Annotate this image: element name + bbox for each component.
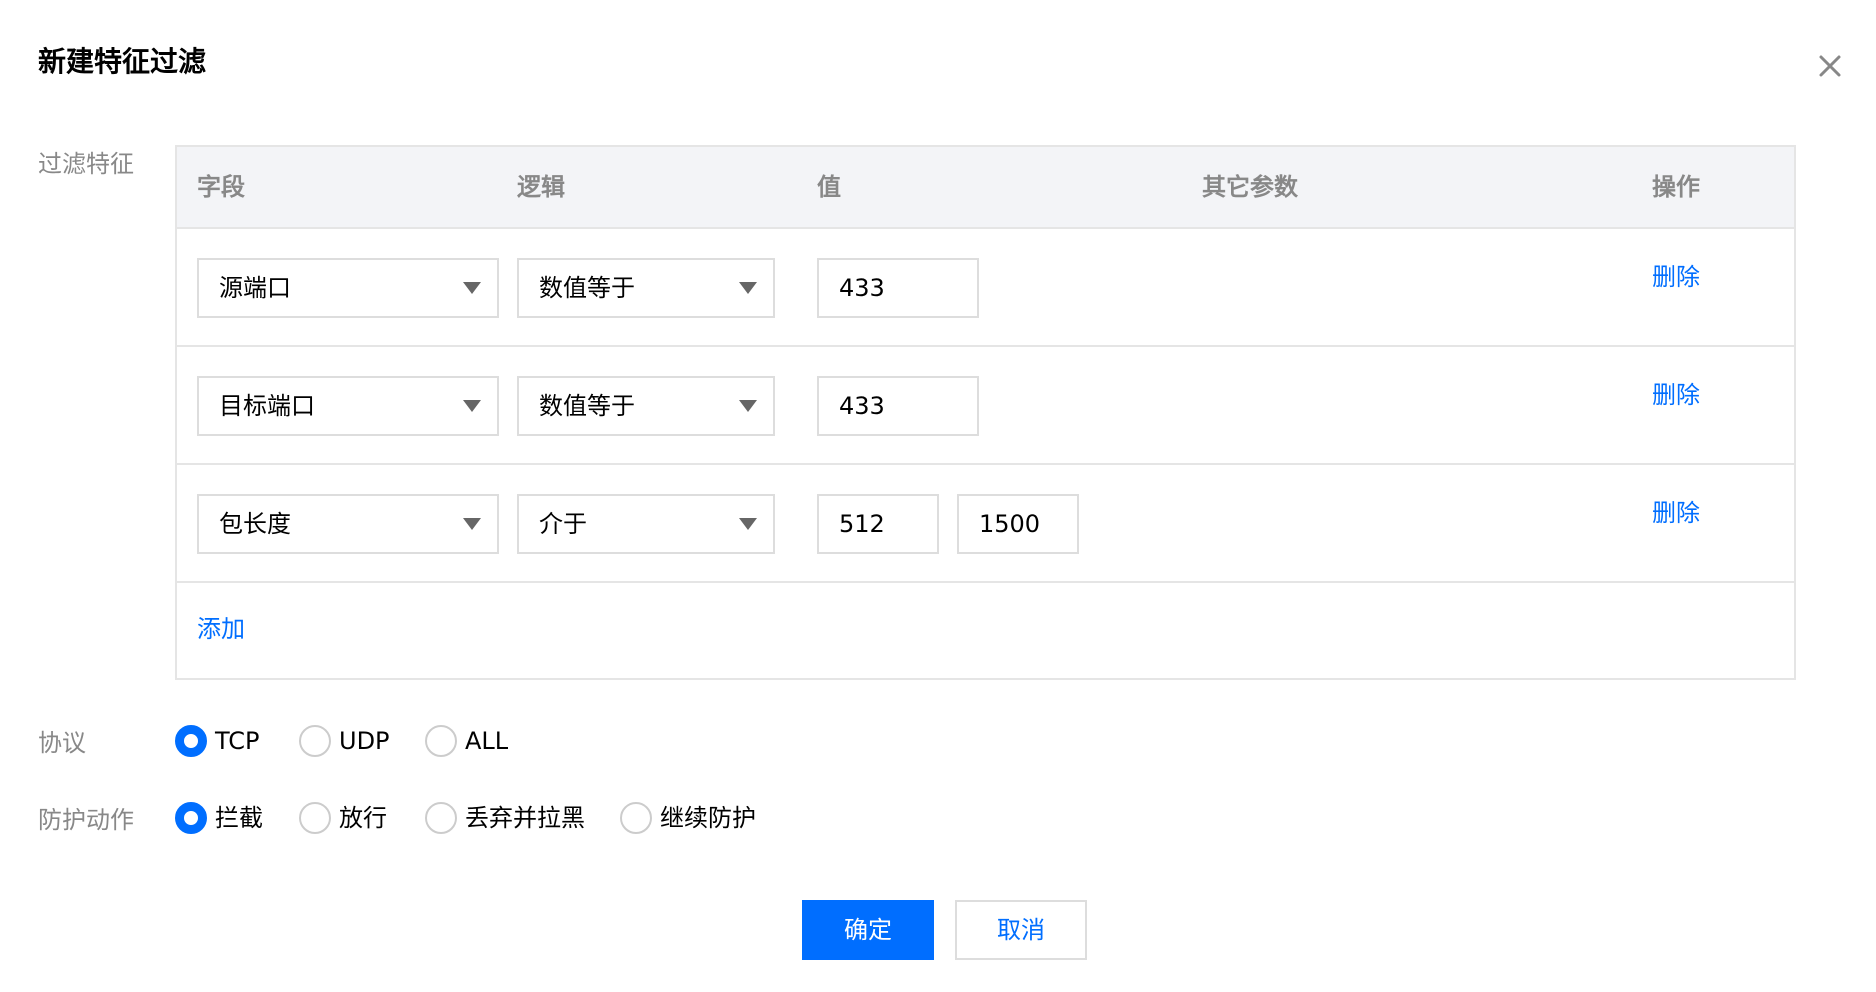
radio-unchecked-icon bbox=[299, 725, 331, 757]
table-row: 目标端口 数值等于 433 删除 bbox=[177, 347, 1794, 465]
caret-down-icon bbox=[739, 282, 757, 294]
radio-unchecked-icon bbox=[299, 802, 331, 834]
caret-down-icon bbox=[463, 400, 481, 412]
field-select-value: 目标端口 bbox=[219, 392, 315, 420]
caret-down-icon bbox=[739, 518, 757, 530]
table-row: 包长度 介于 512 1500 删除 bbox=[177, 465, 1794, 583]
dialog-title: 新建特征过滤 bbox=[38, 45, 207, 78]
filter-label: 过滤特征 bbox=[38, 150, 134, 178]
logic-select-value: 介于 bbox=[539, 510, 587, 538]
protection-action-radio-group: 拦截 放行 丢弃并拉黑 继续防护 bbox=[175, 800, 775, 836]
delete-row-link[interactable]: 删除 bbox=[1652, 261, 1700, 293]
range-max-input[interactable]: 1500 bbox=[957, 494, 1079, 554]
field-select-value: 包长度 bbox=[219, 510, 291, 538]
protocol-option-label: TCP bbox=[215, 727, 260, 755]
protocol-label: 协议 bbox=[38, 729, 86, 757]
close-icon[interactable] bbox=[1812, 48, 1848, 84]
protocol-option-label: ALL bbox=[465, 727, 509, 755]
field-select-value: 源端口 bbox=[219, 274, 291, 302]
confirm-button[interactable]: 确定 bbox=[802, 900, 934, 960]
new-feature-filter-dialog: 新建特征过滤 过滤特征 字段 逻辑 值 其它参数 操作 源端口 数值等于 433… bbox=[0, 0, 1876, 992]
protection-option-label: 拦截 bbox=[215, 804, 263, 832]
field-select[interactable]: 目标端口 bbox=[197, 376, 499, 436]
caret-down-icon bbox=[463, 518, 481, 530]
logic-select[interactable]: 数值等于 bbox=[517, 376, 775, 436]
cancel-button[interactable]: 取消 bbox=[955, 900, 1087, 960]
radio-unchecked-icon bbox=[620, 802, 652, 834]
protocol-radio-group: TCP UDP ALL bbox=[175, 723, 575, 759]
value-input[interactable]: 433 bbox=[817, 376, 979, 436]
add-row-link[interactable]: 添加 bbox=[197, 613, 245, 645]
logic-select-value: 数值等于 bbox=[539, 392, 635, 420]
column-header-other-params: 其它参数 bbox=[1202, 173, 1298, 201]
caret-down-icon bbox=[739, 400, 757, 412]
filter-table-header: 字段 逻辑 值 其它参数 操作 bbox=[177, 147, 1794, 229]
column-header-field: 字段 bbox=[197, 173, 245, 201]
radio-checked-icon bbox=[175, 725, 207, 757]
range-min-input[interactable]: 512 bbox=[817, 494, 939, 554]
delete-row-link[interactable]: 删除 bbox=[1652, 497, 1700, 529]
protection-option-label: 丢弃并拉黑 bbox=[465, 804, 585, 832]
protection-option-label: 继续防护 bbox=[660, 804, 756, 832]
field-select[interactable]: 源端口 bbox=[197, 258, 499, 318]
column-header-value: 值 bbox=[817, 173, 841, 201]
caret-down-icon bbox=[463, 282, 481, 294]
logic-select[interactable]: 数值等于 bbox=[517, 258, 775, 318]
radio-unchecked-icon bbox=[425, 725, 457, 757]
logic-select[interactable]: 介于 bbox=[517, 494, 775, 554]
delete-row-link[interactable]: 删除 bbox=[1652, 379, 1700, 411]
field-select[interactable]: 包长度 bbox=[197, 494, 499, 554]
protection-option-label: 放行 bbox=[339, 804, 387, 832]
table-row: 源端口 数值等于 433 删除 bbox=[177, 229, 1794, 347]
radio-checked-icon bbox=[175, 802, 207, 834]
radio-unchecked-icon bbox=[425, 802, 457, 834]
filter-table: 字段 逻辑 值 其它参数 操作 源端口 数值等于 433 删除 目标端口 数值等… bbox=[175, 145, 1796, 680]
column-header-logic: 逻辑 bbox=[517, 173, 565, 201]
value-input[interactable]: 433 bbox=[817, 258, 979, 318]
column-header-actions: 操作 bbox=[1652, 173, 1700, 201]
add-row-container: 添加 bbox=[177, 583, 1794, 678]
protection-action-label: 防护动作 bbox=[38, 806, 134, 834]
logic-select-value: 数值等于 bbox=[539, 274, 635, 302]
protocol-option-label: UDP bbox=[339, 727, 390, 755]
